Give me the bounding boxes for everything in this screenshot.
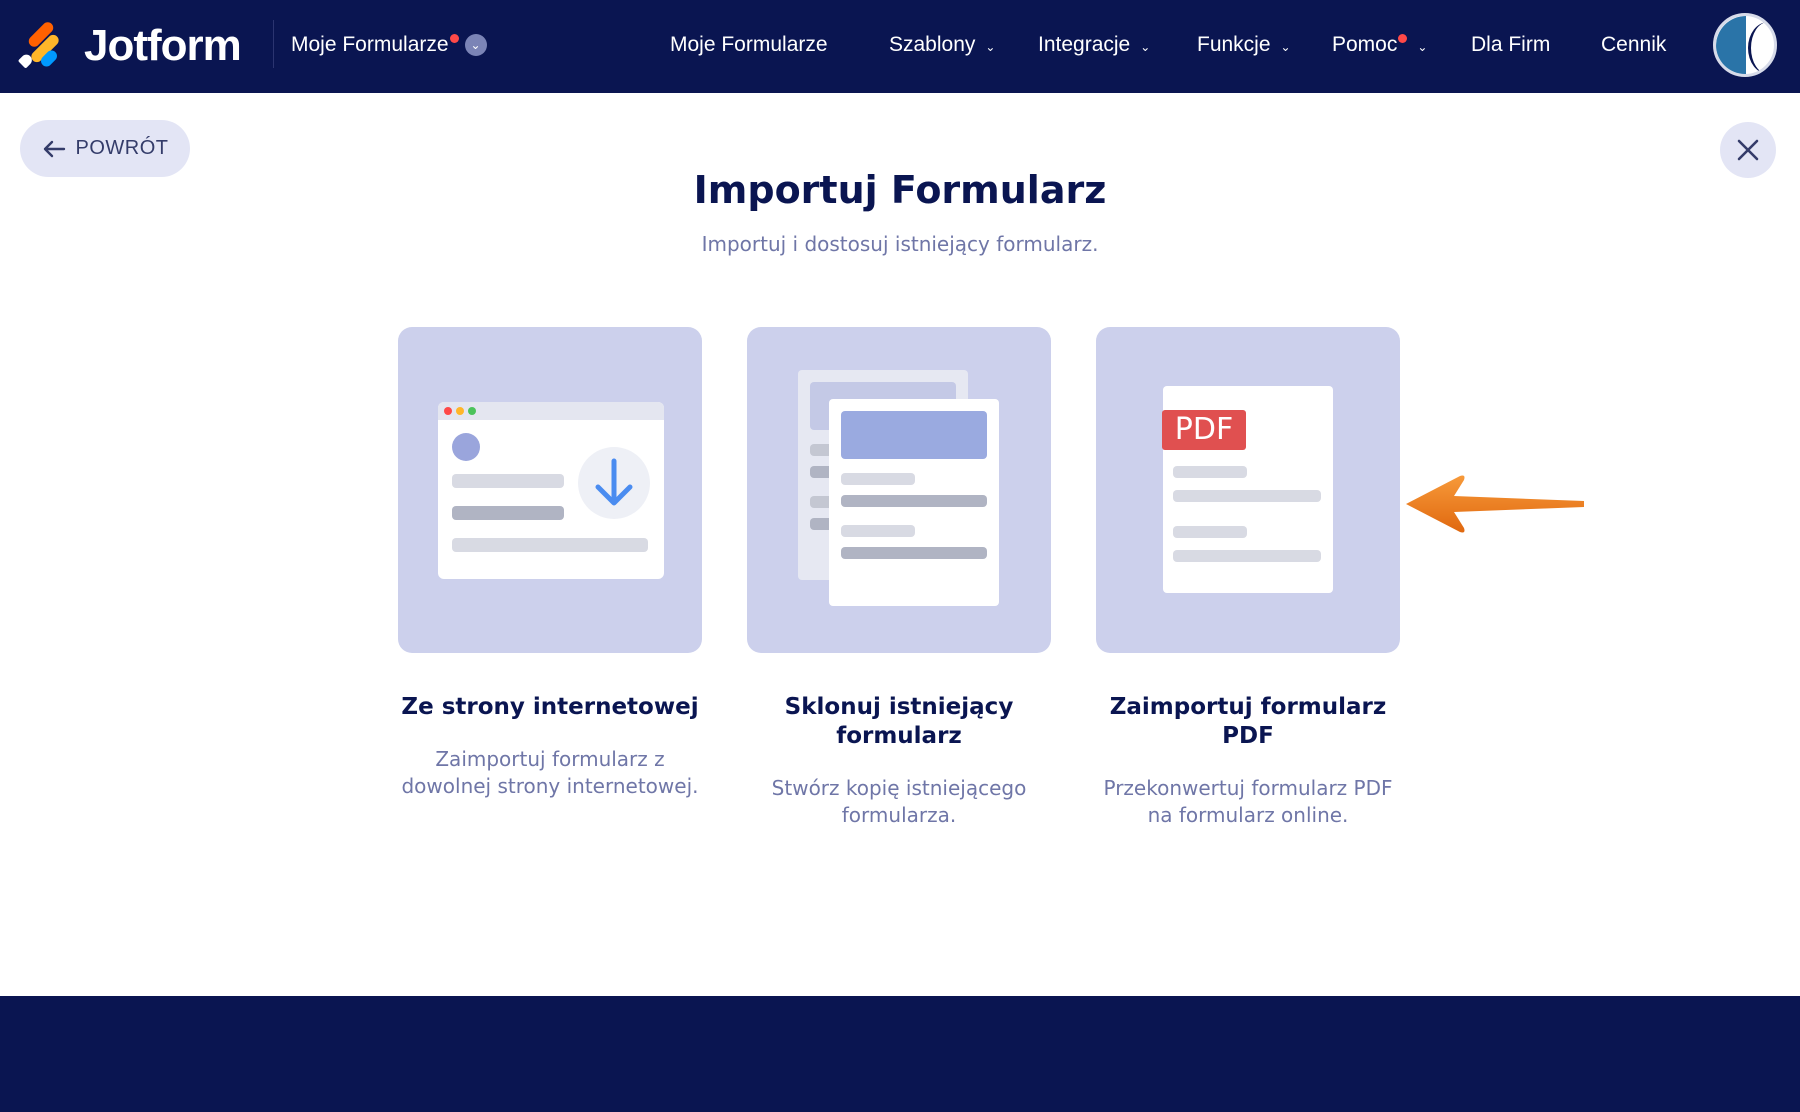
option-import-pdf[interactable]: PDF Zaimportuj formularz PDF Przekonwert… [1096, 327, 1400, 829]
nav-item-pomoc[interactable]: Pomoc ⌄ [1332, 30, 1427, 60]
nav-item-cennik[interactable]: Cennik [1601, 30, 1666, 60]
header-divider [273, 20, 274, 68]
chevron-down-icon: ⌄ [1417, 40, 1428, 54]
nav-item-moje-formularze[interactable]: Moje Formularze [670, 30, 828, 60]
browser-window-illustration [438, 402, 664, 579]
chevron-down-icon[interactable]: ⌄ [464, 34, 487, 56]
option-description: Przekonwertuj formularz PDF na formularz… [1103, 776, 1393, 827]
clone-form-illustration [747, 327, 1051, 653]
notification-dot [449, 33, 459, 43]
nav-item-label: Pomoc [1332, 33, 1398, 56]
option-title: Zaimportuj formularz PDF [1109, 694, 1387, 749]
pdf-import-illustration: PDF [1096, 327, 1400, 653]
page-footer [0, 996, 1800, 1112]
option-title: Ze strony internetowej [401, 694, 699, 720]
option-from-website[interactable]: Ze strony internetowej Zaimportuj formul… [398, 327, 702, 800]
nav-item-label: Integracje [1038, 33, 1131, 56]
annotation-arrow-icon [1406, 475, 1584, 533]
workspace-label: Moje Formularze [291, 33, 449, 56]
nav-item-label: Cennik [1601, 33, 1667, 56]
page-title: Importuj Formularz [693, 168, 1107, 212]
nav-item-integracje[interactable]: Integracje ⌄ [1038, 30, 1150, 60]
nav-item-szablony[interactable]: Szablony ⌄ [889, 30, 995, 60]
nav-item-dla-firm[interactable]: Dla Firm [1471, 30, 1550, 60]
jotform-logo[interactable]: Jotform [17, 20, 242, 70]
nav-item-funkcje[interactable]: Funkcje ⌄ [1197, 30, 1291, 60]
chevron-down-icon: ⌄ [1140, 40, 1151, 54]
top-navigation-bar: Jotform Moje Formularze ⌄ Moje Formularz… [0, 0, 1800, 93]
pdf-badge: PDF [1162, 410, 1246, 450]
option-description: Stwórz kopię istniejącego formularza. [771, 776, 1027, 827]
nav-item-label: Dla Firm [1471, 33, 1551, 56]
workspace-switcher[interactable]: Moje Formularze ⌄ [291, 30, 487, 60]
avatar[interactable] [1713, 13, 1777, 77]
back-button-label: POWRÓT [75, 137, 169, 159]
page-subtitle: Importuj i dostosuj istniejący formularz… [701, 232, 1099, 256]
close-icon [1737, 139, 1759, 161]
chevron-down-icon: ⌄ [1280, 40, 1291, 54]
front-document-illustration [829, 399, 999, 606]
nav-item-label: Szablony [889, 33, 976, 56]
option-description: Zaimportuj formularz z dowolnej strony i… [401, 747, 699, 798]
chevron-down-icon: ⌄ [985, 40, 996, 54]
download-icon [578, 447, 650, 519]
pdf-document-illustration: PDF [1162, 386, 1333, 593]
brand-name: Jotform [84, 21, 242, 70]
nav-item-label: Funkcje [1197, 33, 1271, 56]
notification-dot [1398, 33, 1408, 43]
jotform-logo-icon [17, 20, 64, 69]
option-title: Sklonuj istniejący formularz [784, 694, 1014, 749]
arrow-left-icon [43, 140, 65, 157]
web-import-illustration [398, 327, 702, 653]
option-clone-form[interactable]: Sklonuj istniejący formularz Stwórz kopi… [747, 327, 1051, 829]
nav-item-label: Moje Formularze [670, 33, 828, 56]
